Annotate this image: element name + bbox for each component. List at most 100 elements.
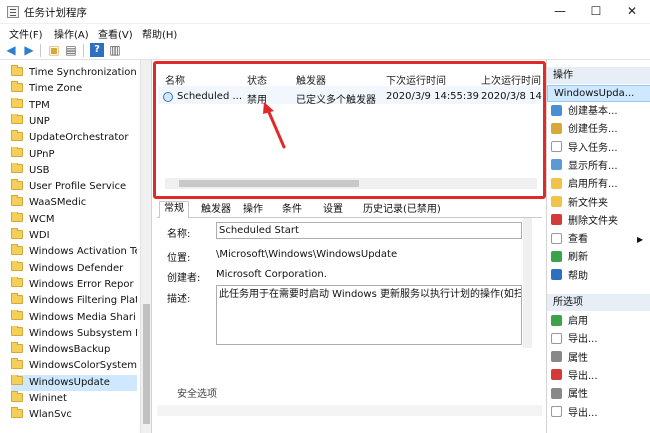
- tree-item[interactable]: Time Synchronization: [11, 65, 137, 81]
- task-scheduler-app-icon: [7, 6, 19, 18]
- tree-item[interactable]: WDI: [11, 228, 137, 244]
- task-location-value: \Microsoft\Windows\WindowsUpdate: [216, 249, 398, 260]
- tab-conditions[interactable]: 条件: [278, 203, 306, 218]
- tree-item[interactable]: UpdateOrchestrator: [11, 130, 137, 146]
- folder-icon: [11, 146, 23, 157]
- tree-item[interactable]: Windows Activation Te: [11, 244, 137, 260]
- forward-arrow-icon[interactable]: ▶: [22, 43, 36, 57]
- action-item[interactable]: 查看: [551, 232, 588, 248]
- tree-item[interactable]: Windows Error Repor: [11, 276, 137, 293]
- folder-tree: Time Synchronization Time Zone TPM UNP Updat…: [0, 60, 152, 433]
- action-item[interactable]: 导出...: [551, 332, 598, 348]
- actions-selected-folder[interactable]: WindowsUpda...: [547, 85, 650, 102]
- folder-icon: [11, 97, 23, 109]
- folder-icon: [11, 130, 23, 141]
- menu-file[interactable]: 文件(F): [9, 26, 43, 41]
- back-arrow-icon[interactable]: ◀: [4, 43, 18, 57]
- menu-help[interactable]: 帮助(H): [142, 26, 177, 41]
- show-running-icon: [551, 159, 562, 171]
- folder-icon: [11, 179, 23, 190]
- action-item-label: 导出...: [568, 370, 598, 382]
- toolbar-divider: [40, 44, 41, 57]
- folder-icon: [11, 276, 23, 288]
- action-item-label: 属性: [568, 352, 588, 364]
- tree-item[interactable]: USB: [11, 162, 137, 179]
- action-item[interactable]: 导入任务...: [551, 141, 618, 157]
- export-icon-3: [551, 406, 562, 417]
- actions-header: 操作: [547, 67, 650, 84]
- action-item[interactable]: 删除文件夹: [551, 214, 618, 230]
- action-item[interactable]: 属性: [551, 351, 588, 367]
- action-item[interactable]: 创建任务...: [551, 122, 618, 138]
- tab-general[interactable]: 常规: [159, 201, 189, 219]
- tree-vertical-scrollbar[interactable]: [140, 60, 151, 433]
- action-item[interactable]: 启用: [551, 314, 588, 330]
- tree-item-label: WindowsBackup: [29, 344, 111, 356]
- maximize-button[interactable]: ☐: [578, 0, 614, 24]
- action-item[interactable]: 导出...: [551, 406, 598, 422]
- task-description-field[interactable]: 此任务用于在需要时启动 Windows 更新服务以执行计划的操作(如扫: [216, 285, 522, 345]
- tree-item[interactable]: Windows Defender: [11, 260, 137, 277]
- detail-horizontal-scrollbar[interactable]: [157, 405, 542, 416]
- show-hide-tree-icon[interactable]: ▤: [64, 43, 78, 57]
- action-item-label: 帮助: [568, 270, 588, 282]
- tree-item[interactable]: WCM: [11, 211, 137, 228]
- task-name-field[interactable]: Scheduled Start: [216, 222, 522, 239]
- folder-icon: [11, 391, 23, 402]
- tree-item-label: UpdateOrchestrator: [29, 132, 129, 144]
- tree-item[interactable]: TPM: [11, 97, 137, 114]
- action-item[interactable]: 显示所有...: [551, 159, 618, 175]
- submenu-arrow-icon: ▶: [637, 235, 644, 244]
- tree-item[interactable]: WindowsColorSystem: [11, 358, 137, 374]
- tree-item[interactable]: Windows Filtering Plat: [11, 293, 137, 309]
- task-author-value: Microsoft Corporation.: [216, 269, 327, 280]
- tab-history[interactable]: 历史记录(已禁用): [359, 203, 445, 218]
- action-item[interactable]: 导出...: [551, 369, 598, 385]
- tree-item[interactable]: WindowsUpdate: [11, 374, 137, 391]
- action-item[interactable]: 刷新: [551, 250, 588, 266]
- action-item-label: 新文件夹: [568, 197, 608, 209]
- action-item-label: 创建任务...: [568, 124, 618, 136]
- create-task-icon: [551, 122, 562, 134]
- help-icon[interactable]: ?: [90, 43, 104, 57]
- action-item[interactable]: 新文件夹: [551, 196, 608, 212]
- tab-triggers[interactable]: 触发器: [197, 203, 235, 218]
- tree-item[interactable]: UNP: [11, 113, 137, 130]
- tree-item[interactable]: Windows Media Shari: [11, 309, 137, 326]
- close-button[interactable]: ✕: [614, 0, 650, 24]
- tree-item[interactable]: Windows Subsystem F: [11, 325, 137, 342]
- action-item-label: 启用所有...: [568, 179, 618, 191]
- red-arrow-annotation: [263, 102, 286, 149]
- tree-item-label: User Profile Service: [29, 181, 127, 193]
- tree-item[interactable]: User Profile Service: [11, 179, 137, 195]
- tree-item[interactable]: UPnP: [11, 146, 137, 163]
- description-label: 描述:: [167, 294, 191, 305]
- minimize-button[interactable]: —: [542, 0, 578, 24]
- tab-actions[interactable]: 操作: [239, 203, 267, 218]
- tree-item[interactable]: Time Zone: [11, 81, 137, 97]
- action-item[interactable]: 创建基本...: [551, 104, 618, 120]
- tree-item[interactable]: WindowsBackup: [11, 342, 137, 358]
- tab-settings[interactable]: 设置: [319, 203, 347, 218]
- folder-icon: [11, 358, 23, 369]
- action-item[interactable]: 属性: [551, 387, 588, 403]
- menu-action[interactable]: 操作(A): [54, 26, 89, 41]
- folder-icon: [11, 244, 23, 255]
- tree-item[interactable]: WaaSMedic: [11, 195, 137, 211]
- show-hide-action-pane-icon[interactable]: ▥: [108, 43, 122, 57]
- action-item[interactable]: 帮助: [551, 269, 588, 285]
- up-folder-icon[interactable]: ▣: [47, 43, 61, 57]
- tree-item[interactable]: Wininet: [11, 391, 137, 407]
- toolbar: ◀ ▶ ▣ ▤ ? ▥: [0, 41, 650, 60]
- folder-icon: [11, 228, 23, 239]
- action-item[interactable]: 启用所有...: [551, 177, 618, 193]
- tree-item[interactable]: WlanSvc: [11, 407, 137, 423]
- toolbar-divider: [83, 44, 84, 57]
- scrollbar-thumb[interactable]: [143, 304, 150, 424]
- folder-icon: [11, 81, 23, 92]
- tree-item-label: Windows Media Shari: [29, 311, 136, 323]
- enable-history-icon: [551, 177, 562, 189]
- detail-vertical-scrollbar[interactable]: [523, 218, 532, 348]
- menu-view[interactable]: 查看(V): [98, 26, 133, 41]
- name-label: 名称:: [167, 229, 191, 240]
